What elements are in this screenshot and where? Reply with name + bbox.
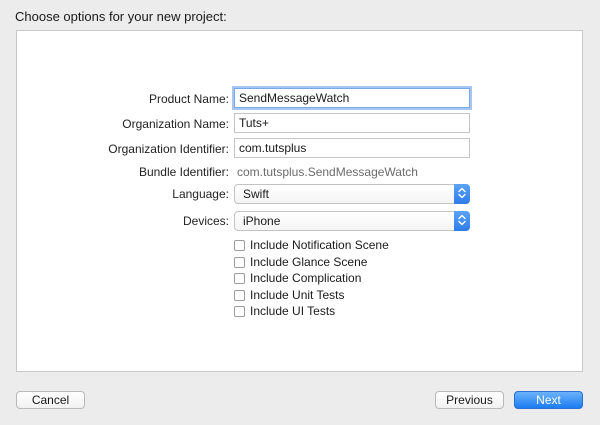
include-glance-scene-checkbox[interactable] xyxy=(234,256,245,268)
language-popup[interactable]: Swift xyxy=(234,184,470,204)
include-complication-checkbox[interactable] xyxy=(234,272,245,284)
organization-identifier-label: Organization Identifier: xyxy=(108,142,229,156)
include-complication-label: Include Complication xyxy=(250,271,362,285)
include-unit-tests-checkbox[interactable] xyxy=(234,289,245,301)
organization-name-field[interactable] xyxy=(234,113,470,133)
up-down-chevron-icon xyxy=(454,211,470,231)
devices-label: Devices: xyxy=(182,214,229,228)
include-notification-scene-option[interactable]: Include Notification Scene xyxy=(234,238,389,252)
organization-identifier-field[interactable] xyxy=(234,138,470,158)
next-button[interactable]: Next xyxy=(514,391,583,409)
previous-button[interactable]: Previous xyxy=(435,391,504,409)
include-ui-tests-label: Include UI Tests xyxy=(250,304,336,318)
product-name-field[interactable] xyxy=(234,88,470,108)
cancel-button[interactable]: Cancel xyxy=(16,391,85,409)
include-notification-scene-checkbox[interactable] xyxy=(234,239,245,251)
up-down-chevron-icon xyxy=(454,184,470,204)
dialog-title: Choose options for your new project: xyxy=(15,9,227,24)
language-label: Language: xyxy=(172,187,229,201)
include-unit-tests-option[interactable]: Include Unit Tests xyxy=(234,288,345,302)
product-name-label: Product Name: xyxy=(148,92,229,106)
include-complication-option[interactable]: Include Complication xyxy=(234,271,361,285)
include-glance-scene-label: Include Glance Scene xyxy=(250,255,368,269)
include-ui-tests-checkbox[interactable] xyxy=(234,305,245,317)
devices-popup-value: iPhone xyxy=(243,214,281,228)
bundle-identifier-label: Bundle Identifier: xyxy=(138,165,229,179)
organization-name-label: Organization Name: xyxy=(122,117,229,131)
include-glance-scene-option[interactable]: Include Glance Scene xyxy=(234,255,367,269)
devices-popup[interactable]: iPhone xyxy=(234,211,470,231)
language-popup-value: Swift xyxy=(243,187,270,201)
bundle-identifier-value: com.tutsplus.SendMessageWatch xyxy=(237,165,418,179)
include-notification-scene-label: Include Notification Scene xyxy=(250,238,389,252)
include-ui-tests-option[interactable]: Include UI Tests xyxy=(234,304,335,318)
include-unit-tests-label: Include Unit Tests xyxy=(250,288,345,302)
